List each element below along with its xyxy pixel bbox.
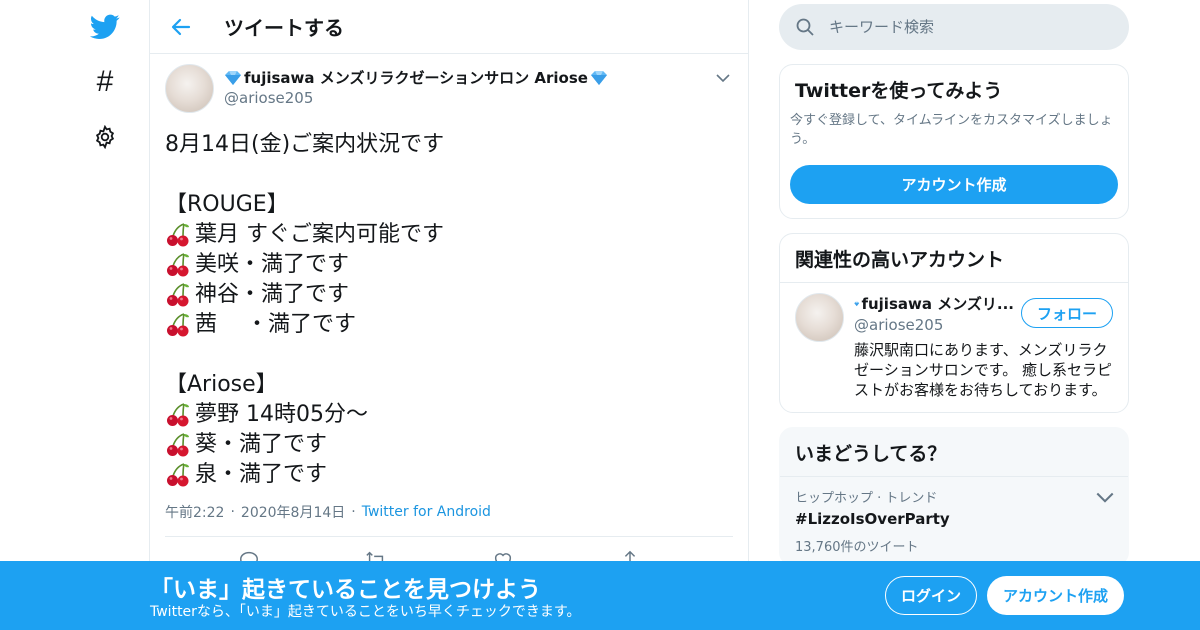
search-box[interactable] [779, 4, 1129, 50]
cherry-icon [167, 313, 189, 337]
tweet-line: 葵・満了です [165, 430, 733, 460]
author-info: fujisawa メンズリラクゼーションサロン Ariose @ariose20… [224, 64, 608, 114]
search-input[interactable] [829, 18, 1089, 36]
tweet-line-text: 【ROUGE】 [165, 192, 289, 217]
right-column: Twitterを使ってみよう 今すぐ登録して、タイムラインをカスタマイズしましょ… [779, 0, 1129, 566]
trend-name: #LizzoIsOverParty [795, 510, 950, 528]
author-name-row[interactable]: fujisawa メンズリラクゼーションサロン Ariose [224, 67, 608, 88]
tweet-line-text: 8月14日(金)ご案内状況です [165, 132, 445, 157]
meta-separator: · [351, 504, 356, 520]
avatar[interactable] [165, 64, 214, 113]
trends-card: いまどうしてる？ ヒップホップ · トレンド #LizzoIsOverParty… [779, 427, 1129, 566]
hashtag-icon[interactable]: # [90, 65, 120, 98]
tweet-line: 美咲・満了です [165, 250, 733, 280]
tweet-date[interactable]: 2020年8月14日 [241, 502, 345, 522]
left-nav: # [0, 0, 150, 630]
author-handle[interactable]: @ariose205 [224, 89, 608, 107]
tweet-line: 神谷・満了です [165, 280, 733, 310]
tweet-line: 夢野 14時05分～ [165, 400, 733, 430]
chevron-down-icon[interactable] [713, 68, 733, 88]
cherry-icon [167, 253, 189, 277]
tweet-line: 泉・満了です [165, 460, 733, 490]
page-title: ツイートする [224, 16, 344, 40]
signup-button[interactable]: アカウント作成 [987, 576, 1124, 615]
tweet-line: 茜 ・満了です [165, 310, 733, 340]
tweet-line-text: 泉・満了です [195, 462, 328, 487]
back-arrow-icon[interactable] [166, 12, 196, 42]
avatar[interactable] [795, 293, 844, 342]
trends-card-title: いまどうしてる？ [780, 428, 1128, 477]
trend-category: ヒップホップ · トレンド [795, 491, 938, 506]
tweet-source-link[interactable]: Twitter for Android [362, 504, 491, 520]
tweet-author: fujisawa メンズリラクゼーションサロン Ariose @ariose20… [165, 64, 733, 114]
tweet-line-text: 夢野 14時05分～ [195, 402, 368, 427]
signup-card-description: 今すぐ登録して、タイムラインをカスタマイズしましょう。 [790, 113, 1113, 147]
tweet-line [165, 160, 733, 190]
cherry-icon [167, 463, 189, 487]
tweet-line: 8月14日(金)ご案内状況です [165, 130, 733, 160]
tweet-time[interactable]: 午前2:22 [165, 502, 224, 522]
meta-separator: · [230, 504, 235, 520]
tweet-text: 8月14日(金)ご案内状況です 【ROUGE】葉月 すぐご案内可能です 美咲・満了で… [165, 130, 733, 490]
trend-item[interactable]: ヒップホップ · トレンド #LizzoIsOverParty 13,760件の… [780, 477, 1128, 565]
follow-button[interactable]: フォロー [1021, 298, 1113, 328]
tweet-line-text: 茜 ・満了です [195, 312, 356, 337]
diamond-icon [590, 70, 607, 85]
tweet-line: 【ROUGE】 [165, 190, 733, 220]
signup-card: Twitterを使ってみよう 今すぐ登録して、タイムラインをカスタマイズしましょ… [779, 64, 1129, 219]
search-icon [796, 18, 814, 36]
related-account[interactable]: fujisawa メンズリ... @ariose205 藤沢駅南口にあります、メ… [780, 283, 1128, 412]
gear-icon[interactable] [90, 122, 120, 152]
bottom-bar: 「いま」起きていることを見つけよう Twitterなら、「いま」起きていることを… [0, 561, 1200, 630]
tweet-line-text: 神谷・満了です [195, 282, 350, 307]
author-name: fujisawa メンズリラクゼーションサロン Ariose [244, 69, 588, 87]
tweet-line [165, 340, 733, 370]
cherry-icon [167, 433, 189, 457]
login-button[interactable]: ログイン [885, 576, 977, 615]
create-account-button[interactable]: アカウント作成 [790, 165, 1118, 204]
tweet-line: 【Ariose】 [165, 370, 733, 400]
main-column: ツイートする fujisawa メンズリラクゼーションサロン Ariose @a… [149, 0, 749, 630]
tweet-line-text: 【Ariose】 [165, 372, 278, 397]
related-account-name: fujisawa メンズリ... [861, 295, 1014, 313]
tweet: fujisawa メンズリラクゼーションサロン Ariose @ariose20… [150, 54, 748, 571]
cherry-icon [167, 223, 189, 247]
trend-count: 13,760件のツイート [795, 540, 919, 555]
bottom-bar-title: 「いま」起きていることを見つけよう [150, 577, 541, 603]
related-card-title: 関連性の高いアカウント [780, 234, 1128, 283]
tweet-line-text: 葉月 すぐご案内可能です [195, 222, 444, 247]
diamond-icon [225, 70, 241, 85]
cherry-icon [167, 283, 189, 307]
diamond-icon [854, 301, 860, 306]
related-account-name-row[interactable]: fujisawa メンズリ... [854, 293, 1014, 314]
bottom-bar-subtitle: Twitterなら、「いま」起きていることをいち早くチェックできます。 [150, 604, 581, 620]
main-header: ツイートする [150, 0, 748, 54]
tweet-line: 葉月 すぐご案内可能です [165, 220, 733, 250]
tweet-line-text: 美咲・満了です [195, 252, 350, 277]
signup-card-title: Twitterを使ってみよう [795, 80, 1003, 102]
tweet-line-text: 葵・満了です [195, 432, 328, 457]
cherry-icon [167, 403, 189, 427]
related-account-bio: 藤沢駅南口にあります、メンズリラクゼーションサロンです。 癒し系セラピストがお客… [854, 341, 1112, 399]
twitter-bird-icon[interactable] [88, 10, 122, 44]
chevron-down-icon[interactable] [1096, 489, 1114, 507]
related-accounts-card: 関連性の高いアカウント fujisawa メンズリ... @ariose205 … [779, 233, 1129, 413]
tweet-meta: 午前2:22 · 2020年8月14日 · Twitter for Androi… [165, 502, 733, 537]
